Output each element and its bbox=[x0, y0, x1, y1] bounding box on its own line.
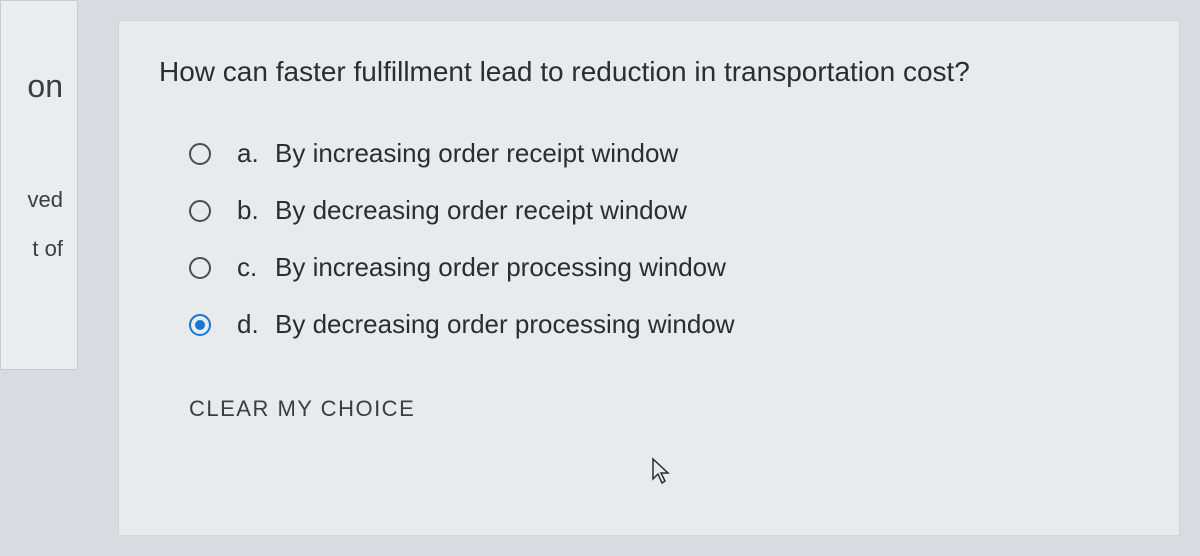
clear-choice-button[interactable]: CLEAR MY CHOICE bbox=[189, 396, 415, 422]
option-d[interactable]: d. By decreasing order processing window bbox=[189, 309, 1139, 340]
sidebar-item-tof: t of bbox=[1, 230, 77, 268]
sidebar: on ved t of bbox=[0, 0, 78, 370]
options-group: a. By increasing order receipt window b.… bbox=[159, 138, 1139, 340]
radio-icon[interactable] bbox=[189, 257, 211, 279]
option-text: By decreasing order receipt window bbox=[275, 195, 687, 226]
option-letter: b. bbox=[237, 195, 275, 226]
sidebar-item-ved: ved bbox=[1, 181, 77, 219]
sidebar-item-on: on bbox=[1, 61, 77, 111]
radio-icon[interactable] bbox=[189, 314, 211, 336]
option-letter: d. bbox=[237, 309, 275, 340]
radio-icon[interactable] bbox=[189, 143, 211, 165]
option-letter: c. bbox=[237, 252, 275, 283]
option-text: By increasing order receipt window bbox=[275, 138, 678, 169]
option-letter: a. bbox=[237, 138, 275, 169]
option-text: By decreasing order processing window bbox=[275, 309, 735, 340]
option-b[interactable]: b. By decreasing order receipt window bbox=[189, 195, 1139, 226]
option-c[interactable]: c. By increasing order processing window bbox=[189, 252, 1139, 283]
option-text: By increasing order processing window bbox=[275, 252, 726, 283]
option-a[interactable]: a. By increasing order receipt window bbox=[189, 138, 1139, 169]
radio-icon[interactable] bbox=[189, 200, 211, 222]
question-text: How can faster fulfillment lead to reduc… bbox=[159, 56, 1139, 88]
question-panel: How can faster fulfillment lead to reduc… bbox=[118, 20, 1180, 536]
cursor-icon bbox=[649, 457, 673, 485]
